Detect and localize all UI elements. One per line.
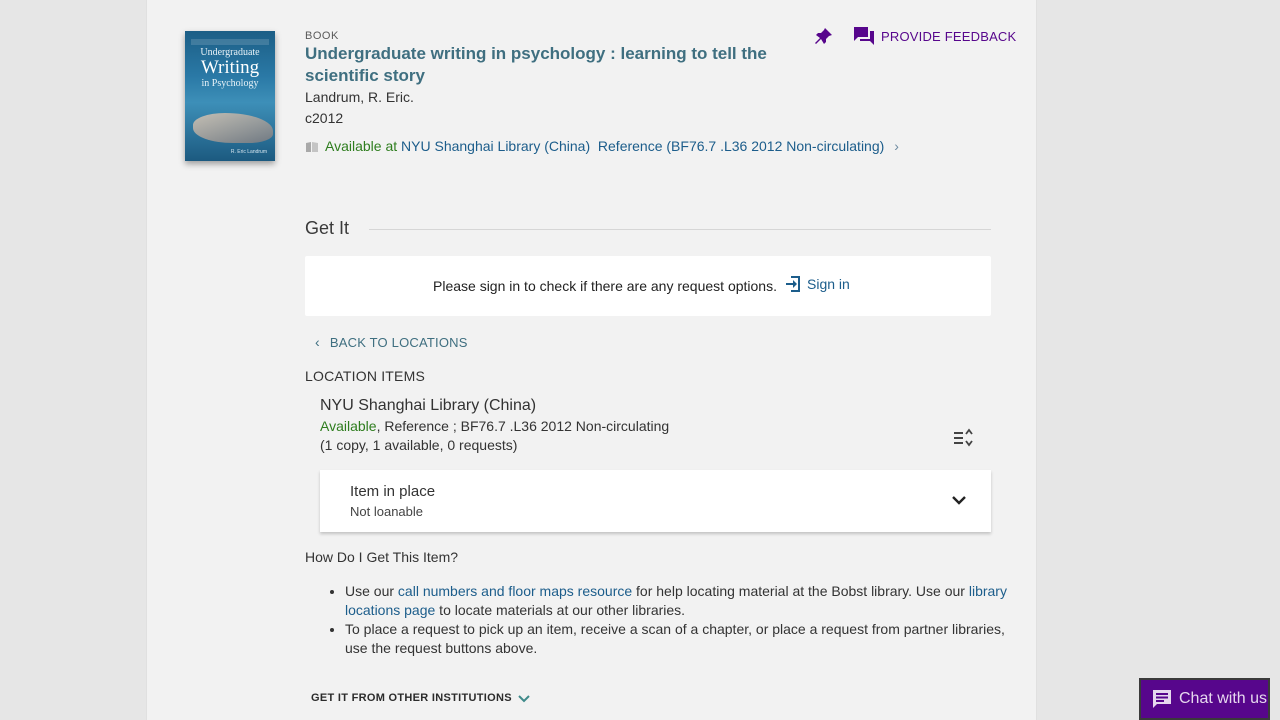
help-text: for help locating material at the Bobst … (632, 583, 969, 599)
provide-feedback-button[interactable]: PROVIDE FEEDBACK (853, 26, 1016, 46)
cover-author: R. Eric Landrum (230, 149, 267, 155)
availability-line[interactable]: Available at NYU Shanghai Library (China… (305, 138, 899, 154)
feedback-icon (854, 27, 874, 45)
library-status-line: Available, Reference ; BF76.7 .L36 2012 … (320, 418, 669, 434)
back-to-locations-button[interactable]: ‹ BACK TO LOCATIONS (315, 334, 468, 350)
availability-status: Available at (325, 138, 398, 154)
cover-illustration (193, 113, 273, 143)
record-date: c2012 (305, 110, 344, 126)
how-do-i-get-heading: How Do I Get This Item? (305, 549, 459, 565)
chat-icon (1153, 690, 1171, 708)
copies-summary: (1 copy, 1 available, 0 requests) (320, 437, 518, 453)
other-institutions-toggle[interactable]: GET IT FROM OTHER INSTITUTIONS (311, 692, 530, 704)
location-items-label: LOCATION ITEMS (305, 368, 425, 384)
chevron-left-icon: ‹ (315, 334, 320, 350)
back-label: BACK TO LOCATIONS (329, 334, 468, 350)
availability-library[interactable]: NYU Shanghai Library (China) (401, 138, 590, 154)
signin-box: Please sign in to check if there are any… (305, 256, 991, 316)
sign-in-label: Sign in (807, 276, 850, 292)
filter-list-icon[interactable] (953, 428, 975, 448)
cover-band (191, 39, 269, 45)
availability-location[interactable]: Reference (BF76.7 .L36 2012 Non-circulat… (598, 138, 884, 154)
cover-title-rest: in Psychology (201, 78, 259, 89)
signin-prompt: Please sign in to check if there are any… (433, 278, 777, 294)
item-policy: Not loanable (350, 504, 423, 519)
item-card[interactable]: Item in place Not loanable (320, 470, 991, 532)
sign-in-button[interactable]: Sign in (785, 275, 850, 293)
help-text: to locate materials at our other librari… (435, 602, 686, 618)
list-item: To place a request to pick up an item, r… (345, 620, 1025, 658)
feedback-label: PROVIDE FEEDBACK (881, 28, 1017, 44)
chat-button[interactable]: Chat with us (1139, 678, 1270, 720)
location-detail: , Reference ; BF76.7 .L36 2012 Non-circu… (376, 418, 670, 434)
get-it-heading: Get It (305, 218, 350, 238)
call-numbers-link[interactable]: call numbers and floor maps resource (398, 583, 632, 599)
book-cover-image[interactable]: Undergraduate Writing in Psychology R. E… (185, 31, 275, 161)
section-divider (369, 229, 991, 230)
record-panel: Undergraduate Writing in Psychology R. E… (146, 0, 1037, 720)
chevron-right-icon[interactable]: › (894, 138, 899, 154)
other-institutions-label: GET IT FROM OTHER INSTITUTIONS (311, 692, 512, 704)
chat-label: Chat with us (1179, 690, 1268, 707)
cover-title: Undergraduate Writing in Psychology (185, 47, 275, 89)
resource-type: BOOK (305, 30, 339, 42)
list-item: Use our call numbers and floor maps reso… (345, 582, 1025, 620)
item-status: Item in place (350, 483, 436, 500)
record-title[interactable]: Undergraduate writing in psychology : le… (305, 43, 845, 87)
help-list: Use our call numbers and floor maps reso… (305, 582, 1025, 658)
record-author: Landrum, R. Eric. (305, 89, 414, 105)
chevron-down-icon[interactable] (951, 492, 967, 508)
sign-in-icon (786, 276, 800, 292)
chevron-down-icon (518, 695, 530, 703)
cover-title-big: Writing (200, 57, 260, 78)
status-available: Available (320, 418, 377, 434)
help-text: To place a request to pick up an item, r… (345, 621, 1005, 656)
book-icon (305, 140, 319, 152)
library-name: NYU Shanghai Library (China) (320, 397, 537, 414)
pin-icon[interactable] (815, 27, 833, 45)
help-text: Use our (345, 583, 398, 599)
